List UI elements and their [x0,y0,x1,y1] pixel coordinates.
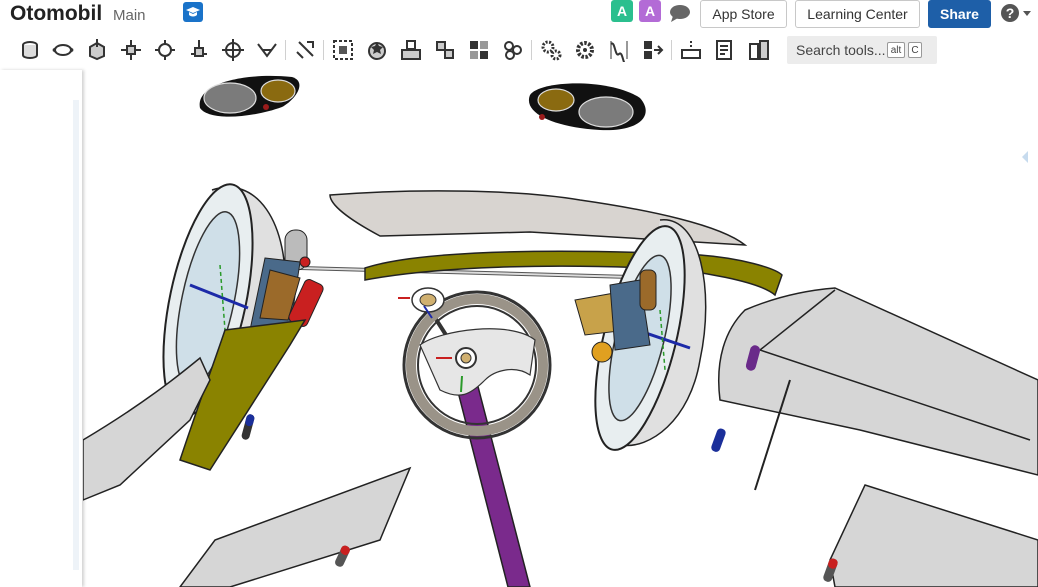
toolbar-separator [285,40,286,60]
share-button[interactable]: Share [928,0,991,28]
graduation-cap-icon[interactable] [183,2,203,22]
top-bar: Otomobil Main A A App Store Learning Cen… [0,0,1038,30]
search-tools-placeholder: Search tools... [796,42,886,58]
avatar-letter: A [616,3,628,19]
revolve-tool-icon[interactable] [85,38,109,62]
toolbar-separator [531,40,532,60]
chat-icon[interactable] [668,3,692,23]
split-tool-icon[interactable] [399,38,423,62]
extrude-tool-icon[interactable] [51,38,75,62]
spur-gear-icon[interactable] [573,38,597,62]
app-store-button[interactable]: App Store [700,0,787,28]
collaborator-avatar[interactable]: A [639,0,661,22]
collaborator-avatar[interactable]: A [611,0,633,22]
feature-list-panel[interactable] [0,70,82,587]
thicken-tool-icon[interactable] [641,38,665,62]
fillet-tool-icon[interactable] [187,38,211,62]
chamfer-tool-icon[interactable] [221,38,245,62]
helix-tool-icon[interactable] [607,38,631,62]
bolt-right-lower[interactable] [710,427,727,453]
search-tools-field[interactable]: Search tools... alt C [787,36,937,64]
gear-icon[interactable] [539,38,563,62]
loft-tool-icon[interactable] [153,38,177,62]
lower-right-panel[interactable] [829,484,1038,587]
toolbar-separator [671,40,672,60]
lower-left-panel[interactable] [179,466,412,587]
toolbar-separator [323,40,324,60]
help-icon[interactable]: ? [1000,2,1036,24]
learning-center-button[interactable]: Learning Center [795,0,920,28]
section-tool-icon[interactable] [679,38,703,62]
draft-tool-icon[interactable] [293,38,317,62]
sketch-tool-icon[interactable] [18,38,42,62]
pattern-tool-icon[interactable] [467,38,491,62]
document-branch[interactable]: Main [113,7,146,24]
panel-scrollbar[interactable] [73,100,79,570]
shortcut-key: C [908,42,922,58]
sweep-tool-icon[interactable] [119,38,143,62]
headlight-right[interactable] [528,83,646,131]
svg-text:?: ? [1006,5,1015,21]
avatar-letter: A [644,3,656,19]
rib-tool-icon[interactable] [331,38,355,62]
3d-viewport[interactable] [83,66,1038,587]
transform-tool-icon[interactable] [433,38,457,62]
shortcut-key: alt [887,42,905,58]
document-title[interactable]: Otomobil [10,2,102,26]
boolean-tool-icon[interactable] [365,38,389,62]
headlight-left[interactable] [199,75,300,117]
mirror-tool-icon[interactable] [501,38,525,62]
shell-tool-icon[interactable] [255,38,279,62]
measure-tool-icon[interactable] [713,38,737,62]
part-studio-tool-icon[interactable] [747,38,771,62]
right-body-panel[interactable] [717,287,1038,476]
